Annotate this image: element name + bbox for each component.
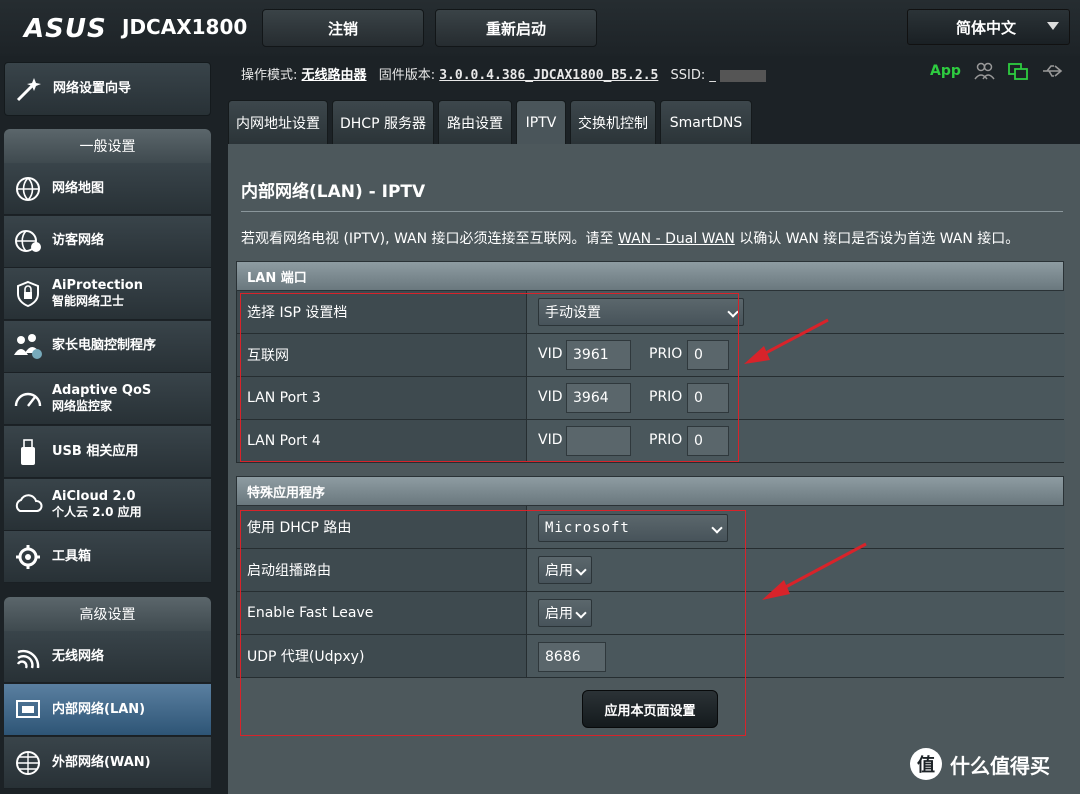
sidebar-item-text: 家长电脑控制程序 [52, 338, 156, 354]
firmware-label: 固件版本: [378, 68, 436, 83]
sidebar-item-label: 外部网络(WAN) [52, 754, 151, 770]
cloud-icon [10, 486, 46, 522]
sidebar-item-text: AiCloud 2.0 个人云 2.0 应用 [52, 489, 142, 520]
sidebar-item-lan[interactable]: 内部网络(LAN) [4, 684, 211, 736]
qos-icon [10, 381, 46, 417]
wireless-icon [10, 639, 46, 675]
page-description: 若观看网络电视 (IPTV), WAN 接口必须连接至互联网。请至 WAN - … [241, 228, 1019, 248]
tab-item[interactable]: 路由设置 [438, 100, 512, 144]
wan-dual-wan-link[interactable]: WAN - Dual WAN [618, 231, 735, 247]
watermark-logo-icon: 值 [910, 748, 942, 780]
annotation-box-lan [240, 293, 739, 462]
parental-control-icon [10, 328, 46, 364]
sidebar-item-text: 工具箱 [52, 549, 91, 565]
divider [241, 211, 1063, 212]
aiprotection-icon [10, 276, 46, 312]
top-bar: ASUS JDCAX1800 注销 重新启动 简体中文 [0, 0, 1080, 56]
sidebar-item-text: USB 相关应用 [52, 444, 138, 460]
asus-logo: ASUS [24, 14, 107, 44]
sidebar-item-label: 无线网络 [52, 648, 105, 664]
desc-text-before: 若观看网络电视 (IPTV), WAN 接口必须连接至互联网。请至 [241, 231, 614, 247]
status-icons: App [930, 62, 1063, 80]
sidebar-item-label: AiCloud 2.0 [52, 488, 136, 504]
ssid-redaction [719, 69, 766, 82]
network-map-icon [10, 171, 46, 207]
desc-text-after: 以确认 WAN 接口是否设为首选 WAN 接口。 [739, 231, 1020, 247]
usb-status-icon[interactable] [1041, 62, 1063, 80]
sidebar-item-text: Adaptive QoS 网络监控家 [52, 383, 151, 414]
sidebar-item-sublabel: 智能网络卫士 [52, 294, 125, 309]
wizard-icon [11, 71, 47, 107]
sidebar-item-aiprotection[interactable]: AiProtection 智能网络卫士 [4, 268, 211, 321]
wan-icon [10, 745, 46, 781]
network-status-icon[interactable] [1007, 62, 1029, 80]
guest-network-icon [10, 223, 46, 259]
sidebar-item-sublabel: 网络监控家 [52, 399, 113, 414]
sidebar-item-label: Adaptive QoS [52, 383, 152, 399]
firmware-version-link[interactable]: 3.0.0.4.386_JDCAX1800_B5.2.5 [439, 68, 658, 83]
sidebar-item-label: 内部网络(LAN) [52, 701, 146, 717]
app-icon[interactable]: App [930, 63, 961, 79]
page-title: 内部网络(LAN) - IPTV [241, 182, 426, 202]
sidebar-item-wan[interactable]: 外部网络(WAN) [4, 737, 211, 789]
sidebar-item-label: 网络地图 [52, 180, 105, 196]
sidebar-item-label: USB 相关应用 [52, 443, 139, 459]
annotation-box-special [240, 510, 746, 736]
annotation-arrow-icon [744, 318, 829, 364]
tab-item[interactable]: 交换机控制 [570, 100, 656, 144]
sidebar-item-label: 工具箱 [52, 548, 92, 564]
mode-value-link[interactable]: 无线路由器 [302, 68, 367, 83]
ssid-label: SSID: [670, 68, 706, 83]
sidebar-item-text: 访客网络 [52, 233, 104, 249]
sidebar-item-sublabel: 个人云 2.0 应用 [52, 504, 142, 519]
sidebar-item-text: 外部网络(WAN) [52, 755, 151, 771]
sidebar-item-label: 家长电脑控制程序 [52, 338, 157, 354]
lan-port-section-header: LAN 端口 [236, 261, 1064, 291]
sidebar-item-wireless[interactable]: 无线网络 [4, 631, 211, 683]
sidebar-item-parental-control[interactable]: 家长电脑控制程序 [4, 320, 211, 373]
sidebar-item-label: 网络设置向导 [53, 81, 132, 96]
clients-icon[interactable] [973, 62, 995, 80]
sidebar-item-text: 网络地图 [52, 181, 104, 197]
advanced-settings-header: 高级设置 [4, 597, 211, 631]
sidebar-item-text: AiProtection 智能网络卫士 [52, 278, 143, 309]
status-line: 操作模式: 无线路由器 固件版本: 3.0.0.4.386_JDCAX1800_… [241, 64, 766, 83]
ssid-value[interactable]: _ [709, 68, 716, 83]
tab-item[interactable]: 内网地址设置 [228, 100, 328, 144]
sidebar-item-label: 访客网络 [52, 233, 105, 249]
usb-icon [10, 434, 46, 470]
sidebar-item-usb[interactable]: USB 相关应用 [4, 426, 211, 478]
special-apps-section-header: 特殊应用程序 [236, 476, 1064, 506]
sidebar-item-network-map[interactable]: 网络地图 [4, 163, 211, 215]
tab-iptv[interactable]: IPTV [516, 100, 566, 144]
chevron-down-icon [1047, 22, 1059, 30]
sidebar-item-wizard[interactable]: 网络设置向导 [4, 62, 211, 116]
sidebar-item-text: 无线网络 [52, 649, 104, 665]
lan-icon [10, 692, 46, 728]
sidebar-item-qos[interactable]: Adaptive QoS 网络监控家 [4, 373, 211, 426]
language-select[interactable]: 简体中文 [907, 9, 1070, 45]
general-settings-header: 一般设置 [4, 129, 211, 163]
sidebar-item-toolbox[interactable]: 工具箱 [4, 531, 211, 584]
tab-item[interactable]: DHCP 服务器 [332, 100, 434, 144]
mode-label: 操作模式: [241, 68, 298, 83]
sidebar-item-guest-network[interactable]: 访客网络 [4, 215, 211, 268]
model-name: JDCAX1800 [122, 15, 248, 39]
tab-item[interactable]: SmartDNS [660, 100, 752, 144]
sidebar-item-text: 内部网络(LAN) [52, 702, 145, 718]
reboot-button[interactable]: 重新启动 [435, 9, 597, 47]
language-label: 简体中文 [956, 18, 1017, 37]
watermark: 值 什么值得买 [910, 748, 1050, 780]
sidebar-item-cloud[interactable]: AiCloud 2.0 个人云 2.0 应用 [4, 478, 211, 531]
logout-button[interactable]: 注销 [262, 9, 424, 47]
annotation-arrow-icon [762, 542, 867, 600]
toolbox-icon [10, 539, 46, 575]
sidebar-item-label: AiProtection [52, 278, 143, 294]
watermark-text: 什么值得买 [950, 753, 1050, 778]
